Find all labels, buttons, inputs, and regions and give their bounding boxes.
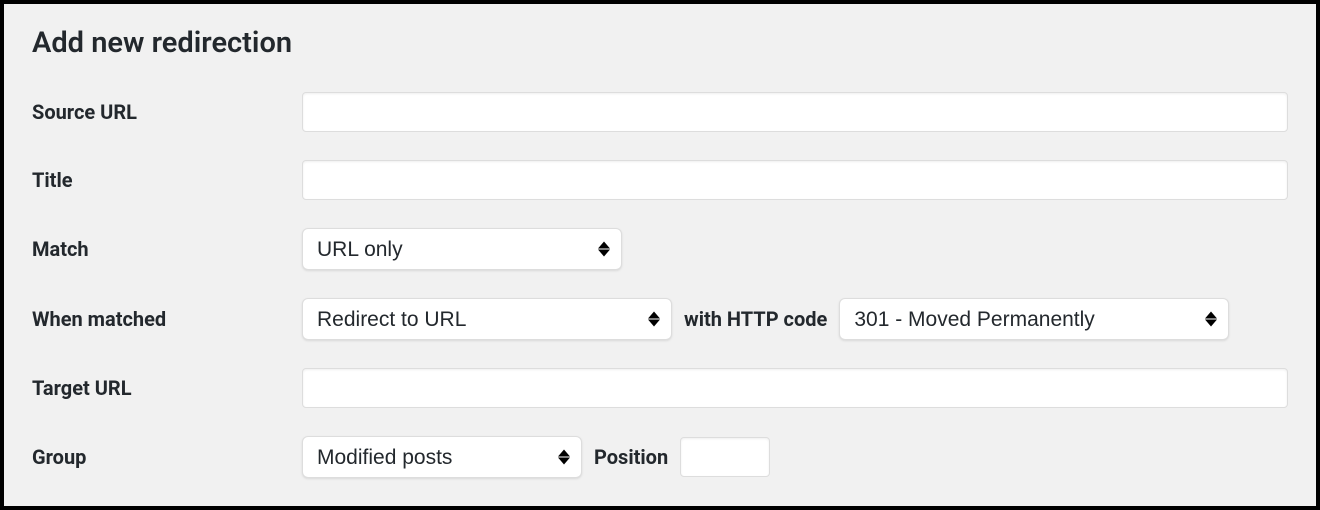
redirection-panel: Add new redirection Source URL Title Mat…	[4, 4, 1316, 506]
label-when-matched: When matched	[32, 307, 302, 331]
action-select[interactable]: Redirect to URL	[302, 298, 672, 340]
label-title: Title	[32, 168, 302, 192]
row-title: Title	[32, 160, 1288, 200]
row-group: Group Modified posts Position	[32, 436, 1288, 478]
row-target-url: Target URL	[32, 368, 1288, 408]
row-when-matched: When matched Redirect to URL with HTTP c…	[32, 298, 1288, 340]
position-input[interactable]	[680, 437, 770, 477]
row-match: Match URL only	[32, 228, 1288, 270]
label-match: Match	[32, 237, 302, 261]
match-select[interactable]: URL only	[302, 228, 622, 270]
row-source-url: Source URL	[32, 92, 1288, 132]
page-title: Add new redirection	[32, 26, 1288, 60]
label-position: Position	[594, 445, 668, 469]
title-input[interactable]	[302, 160, 1288, 200]
label-group: Group	[32, 445, 302, 469]
source-url-input[interactable]	[302, 92, 1288, 132]
group-select[interactable]: Modified posts	[302, 436, 582, 478]
label-with-code: with HTTP code	[684, 307, 827, 331]
label-source-url: Source URL	[32, 100, 302, 124]
http-code-select[interactable]: 301 - Moved Permanently	[839, 298, 1229, 340]
label-target-url: Target URL	[32, 376, 302, 400]
target-url-input[interactable]	[302, 368, 1288, 408]
